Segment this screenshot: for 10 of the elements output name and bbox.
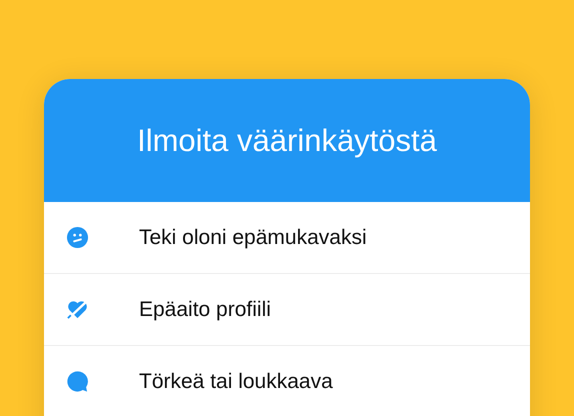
option-label: Epäaito profiili <box>139 298 271 322</box>
speech-bubble-icon <box>66 370 89 393</box>
option-label: Teki oloni epämukavaksi <box>139 226 367 250</box>
confused-face-icon <box>66 226 89 249</box>
crossed-heart-icon <box>66 298 89 321</box>
report-option[interactable]: Teki oloni epämukavaksi <box>44 202 530 274</box>
report-option[interactable]: Epäaito profiili <box>44 274 530 346</box>
option-label: Törkeä tai loukkaava <box>139 370 333 394</box>
dialog-title: Ilmoita väärinkäytöstä <box>137 122 437 158</box>
report-option[interactable]: Törkeä tai loukkaava <box>44 346 530 416</box>
